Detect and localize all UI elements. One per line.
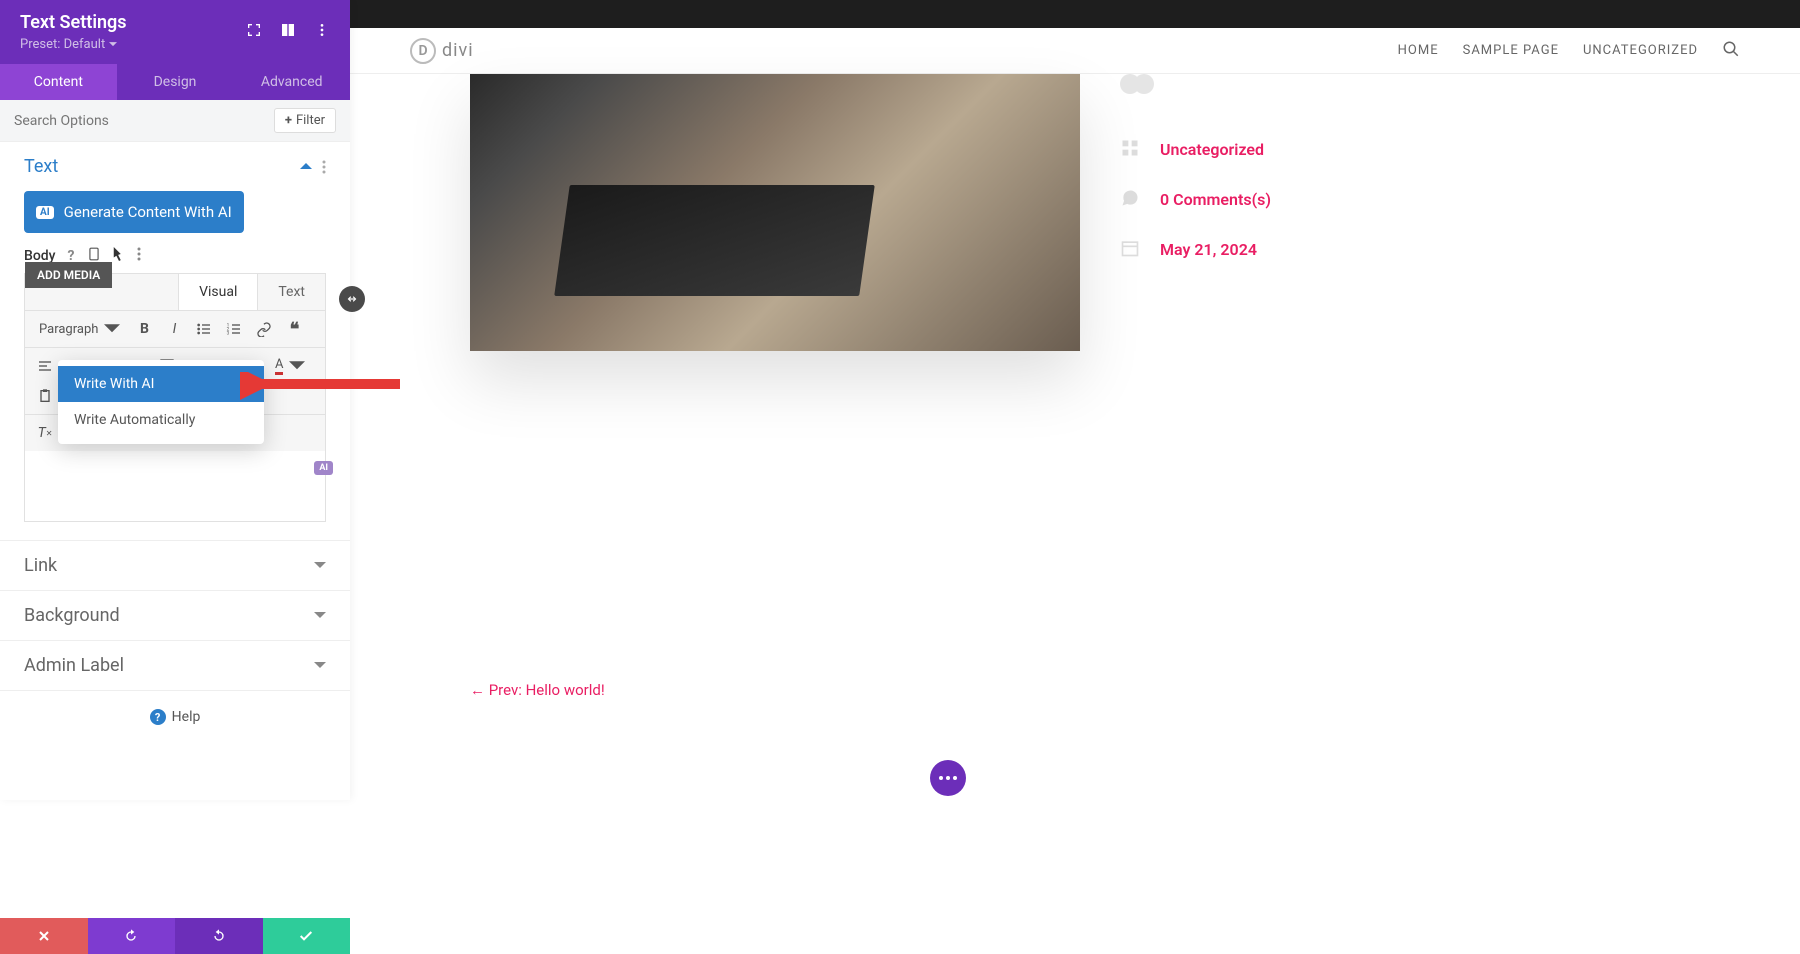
- site-logo[interactable]: D divi: [410, 38, 474, 64]
- author-avatar: [1120, 74, 1156, 110]
- preset-selector[interactable]: Preset: Default: [20, 37, 127, 52]
- paragraph-select[interactable]: Paragraph: [31, 315, 128, 343]
- search-row: +Filter: [0, 100, 350, 142]
- focus-icon[interactable]: [246, 22, 262, 42]
- section-background-header[interactable]: Background: [0, 591, 350, 640]
- search-icon[interactable]: [1722, 40, 1740, 62]
- layout-icon[interactable]: [280, 22, 296, 42]
- section-link-header[interactable]: Link: [0, 541, 350, 590]
- meta-comments[interactable]: 0 Comments(s): [1160, 190, 1271, 209]
- redo-button[interactable]: [175, 918, 263, 954]
- editor-content[interactable]: AI: [25, 451, 325, 521]
- align-left-button[interactable]: [31, 352, 59, 380]
- sidebar-header: Text Settings Preset: Default: [0, 0, 350, 64]
- ai-dropdown: Write With AI Write Automatically: [58, 360, 264, 444]
- page-content: ← Prev: Hello world! Uncategorized 0 Com…: [350, 74, 1800, 699]
- dropdown-write-automatically[interactable]: Write Automatically: [58, 402, 264, 438]
- section-admin-title: Admin Label: [24, 655, 124, 676]
- section-link-title: Link: [24, 555, 57, 576]
- more-icon[interactable]: [314, 22, 330, 42]
- generate-ai-button[interactable]: AI Generate Content With AI: [24, 191, 244, 233]
- meta-category-row: Uncategorized: [1120, 138, 1420, 160]
- page-fab[interactable]: [930, 760, 966, 796]
- cancel-button[interactable]: [0, 918, 88, 954]
- hover-icon[interactable]: [113, 247, 125, 265]
- grid-icon: [1120, 138, 1142, 160]
- more-icon[interactable]: [137, 247, 141, 265]
- clear-format-button[interactable]: T✕: [31, 419, 59, 447]
- help-link[interactable]: ? Help: [0, 691, 350, 743]
- section-admin-header[interactable]: Admin Label: [0, 641, 350, 690]
- italic-button[interactable]: I: [160, 315, 188, 343]
- section-admin-label: Admin Label: [0, 641, 350, 691]
- svg-text:3: 3: [227, 330, 230, 336]
- section-text-header[interactable]: Text: [0, 142, 350, 191]
- gen-ai-label: Generate Content With AI: [64, 203, 232, 221]
- bold-button[interactable]: B: [130, 315, 158, 343]
- chevron-down-icon: [109, 42, 117, 47]
- meta-date-row: May 21, 2024: [1120, 238, 1420, 260]
- meta-column: Uncategorized 0 Comments(s) May 21, 2024: [1120, 74, 1420, 699]
- section-background: Background: [0, 591, 350, 641]
- help-icon: ?: [150, 709, 166, 725]
- chevron-up-icon: [300, 163, 312, 171]
- filter-label: Filter: [296, 113, 325, 128]
- calendar-icon: [1120, 238, 1142, 260]
- section-text-title: Text: [24, 156, 58, 177]
- nav-uncategorized[interactable]: UNCATEGORIZED: [1583, 43, 1698, 58]
- text-color-button[interactable]: A: [267, 352, 313, 380]
- preset-label: Preset: Default: [20, 37, 105, 52]
- meta-comments-row: 0 Comments(s): [1120, 188, 1420, 210]
- paste-button[interactable]: [31, 382, 59, 410]
- site-header: D divi HOME SAMPLE PAGE UNCATEGORIZED: [350, 28, 1800, 74]
- help-label: Help: [172, 709, 201, 725]
- dropdown-write-with-ai[interactable]: Write With AI: [58, 366, 264, 402]
- logo-text: divi: [442, 40, 474, 61]
- logo-icon: D: [410, 38, 436, 64]
- ai-icon: AI: [36, 206, 54, 219]
- numbered-list-button[interactable]: 123: [220, 315, 248, 343]
- nav-sample-page[interactable]: SAMPLE PAGE: [1463, 43, 1559, 58]
- nav-home[interactable]: HOME: [1398, 43, 1439, 58]
- search-input[interactable]: [14, 113, 274, 129]
- meta-category[interactable]: Uncategorized: [1160, 140, 1264, 159]
- section-link: Link: [0, 541, 350, 591]
- site-nav: HOME SAMPLE PAGE UNCATEGORIZED: [1398, 40, 1740, 62]
- page-canvas: D divi HOME SAMPLE PAGE UNCATEGORIZED ← …: [350, 28, 1800, 800]
- tab-design[interactable]: Design: [117, 64, 234, 100]
- undo-button[interactable]: [88, 918, 176, 954]
- chevron-down-icon: [314, 612, 326, 620]
- tab-content[interactable]: Content: [0, 64, 117, 100]
- filter-button[interactable]: +Filter: [274, 108, 336, 133]
- more-icon[interactable]: [322, 160, 326, 174]
- settings-tabs: Content Design Advanced: [0, 64, 350, 100]
- prev-post-link[interactable]: ← Prev: Hello world!: [470, 681, 1080, 699]
- comment-icon: [1120, 188, 1142, 210]
- paragraph-label: Paragraph: [39, 322, 98, 337]
- editor-tab-visual[interactable]: Visual: [178, 274, 258, 310]
- meta-date[interactable]: May 21, 2024: [1160, 240, 1257, 259]
- section-text: Text AI Generate Content With AI Body ? …: [0, 142, 350, 541]
- tab-advanced[interactable]: Advanced: [233, 64, 350, 100]
- prev-link-text: ← Prev: Hello world!: [470, 681, 605, 699]
- quote-button[interactable]: ❝: [280, 315, 308, 343]
- chevron-down-icon: [314, 562, 326, 570]
- chevron-down-icon: [314, 662, 326, 670]
- main-column: ← Prev: Hello world!: [470, 74, 1080, 699]
- save-button[interactable]: [263, 918, 351, 954]
- sidebar-title: Text Settings: [20, 12, 127, 33]
- sidebar-footer: [0, 918, 350, 954]
- bullet-list-button[interactable]: [190, 315, 218, 343]
- editor-toolbar-1: Paragraph B I 123 ❝: [25, 311, 325, 348]
- section-background-title: Background: [24, 605, 120, 626]
- resize-handle[interactable]: [339, 286, 365, 312]
- ai-icon[interactable]: AI: [314, 461, 333, 475]
- editor-tab-text[interactable]: Text: [258, 274, 325, 310]
- featured-image: [470, 74, 1080, 351]
- add-media-button[interactable]: ADD MEDIA: [25, 262, 112, 288]
- link-button[interactable]: [250, 315, 278, 343]
